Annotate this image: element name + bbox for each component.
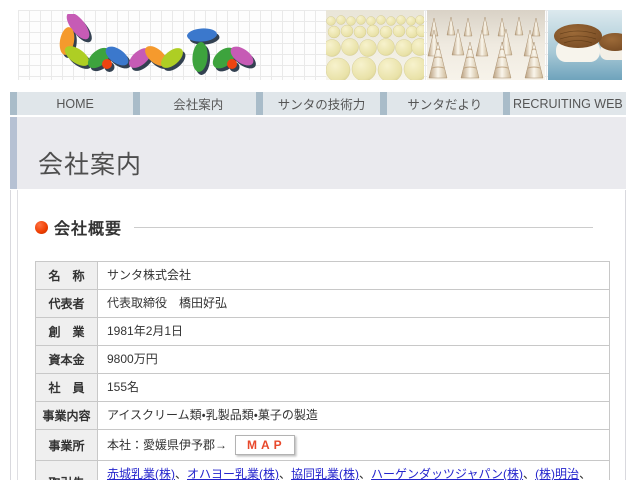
nav-item-technology[interactable]: サンタの技術力 xyxy=(256,92,380,115)
ice-cream-balls-photo xyxy=(326,10,424,80)
table-row-partners: 取引先 赤城乳業(株)、オハヨー乳業(株)、協同乳業(株)、ハーゲンダッツジャパ… xyxy=(35,460,610,480)
nav-label: RECRUITING WEB xyxy=(513,96,623,111)
row-label: 名 称 xyxy=(35,261,98,290)
row-value: 155名 xyxy=(97,373,610,402)
company-overview-table: 名 称 サンタ株式会社 代表者 代表取締役 橋田好弘 創 業 1981年2月1日… xyxy=(35,261,610,480)
nav-label: サンタの技術力 xyxy=(277,98,366,112)
partner-link[interactable]: (株)明治 xyxy=(535,467,579,480)
row-label: 代表者 xyxy=(35,289,98,318)
office-text: 本社：愛媛県伊予郡→ xyxy=(107,438,228,452)
partner-link[interactable]: ハーゲンダッツジャパン(株) xyxy=(371,467,523,480)
main-nav: HOME 会社案内 サンタの技術力 サンタだより RECRUITING WEB xyxy=(10,92,627,115)
nav-item-recruiting[interactable]: RECRUITING WEB xyxy=(502,92,627,115)
table-row: 代表者 代表取締役 橋田好弘 xyxy=(35,289,610,318)
nav-label: サンタだより xyxy=(407,98,483,112)
partner-link[interactable]: 赤城乳業(株) xyxy=(107,467,175,480)
table-row: 名 称 サンタ株式会社 xyxy=(35,261,610,290)
section-header: 会社概要 xyxy=(35,215,593,239)
row-label: 社 員 xyxy=(35,373,98,402)
row-value: サンタ株式会社 xyxy=(97,261,610,290)
partner-separator: 、 xyxy=(279,467,292,480)
section-title: 会社概要 xyxy=(54,219,123,238)
site-header xyxy=(18,10,622,80)
nav-item-news[interactable]: サンタだより xyxy=(379,92,503,115)
row-value: 1981年2月1日 xyxy=(97,317,610,346)
partner-link[interactable]: オハヨー乳業(株) xyxy=(187,467,279,480)
partner-separator: 、 xyxy=(175,467,188,480)
page: HOME 会社案内 サンタの技術力 サンタだより RECRUITING WEB … xyxy=(0,0,637,480)
nav-label: 会社案内 xyxy=(173,98,224,112)
table-row: 事業内容 アイスクリーム類・乳製品類・菓子の製造 xyxy=(35,401,610,430)
row-label: 事業内容 xyxy=(35,401,98,430)
ice-cream-sandwich-photo xyxy=(548,10,622,80)
nav-item-company[interactable]: 会社案内 xyxy=(133,92,257,115)
row-value: 9800万円 xyxy=(97,345,610,374)
table-row: 資本金 9800万円 xyxy=(35,345,610,374)
nav-item-home[interactable]: HOME xyxy=(10,92,134,115)
partners-cell: 赤城乳業(株)、オハヨー乳業(株)、協同乳業(株)、ハーゲンダッツジャパン(株)… xyxy=(97,460,610,480)
page-title-band: 会社案内 xyxy=(10,117,626,189)
row-label: 創 業 xyxy=(35,317,98,346)
bullet-icon xyxy=(35,220,48,234)
partner-link[interactable]: 協同乳業(株) xyxy=(291,467,359,480)
nav-label: HOME xyxy=(56,96,94,111)
partner-separator: 、 xyxy=(523,467,536,480)
table-row-office: 事業所 本社：愛媛県伊予郡→ MAP xyxy=(35,428,610,462)
row-value: 本社：愛媛県伊予郡→ MAP xyxy=(97,428,610,462)
santa-logo[interactable] xyxy=(52,12,258,76)
main-content: 会社概要 名 称 サンタ株式会社 代表者 代表取締役 橋田好弘 創 業 1981… xyxy=(10,190,626,480)
row-label: 資本金 xyxy=(35,345,98,374)
header-photos xyxy=(323,10,622,80)
row-value: アイスクリーム類・乳製品類・菓子の製造 xyxy=(97,401,610,430)
row-value: 代表取締役 橋田好弘 xyxy=(97,289,610,318)
row-label: 取引先 xyxy=(35,460,98,480)
map-button[interactable]: MAP xyxy=(235,435,295,456)
table-row: 創 業 1981年2月1日 xyxy=(35,317,610,346)
santa-logo-graphic xyxy=(59,12,256,75)
page-title: 会社案内 xyxy=(38,151,143,179)
section-rule xyxy=(134,226,593,228)
soft-serve-cones-photo xyxy=(427,10,545,80)
partner-separator: 、 xyxy=(579,467,592,480)
partner-separator: 、 xyxy=(359,467,372,480)
row-label: 事業所 xyxy=(35,428,98,462)
table-row: 社 員 155名 xyxy=(35,373,610,402)
